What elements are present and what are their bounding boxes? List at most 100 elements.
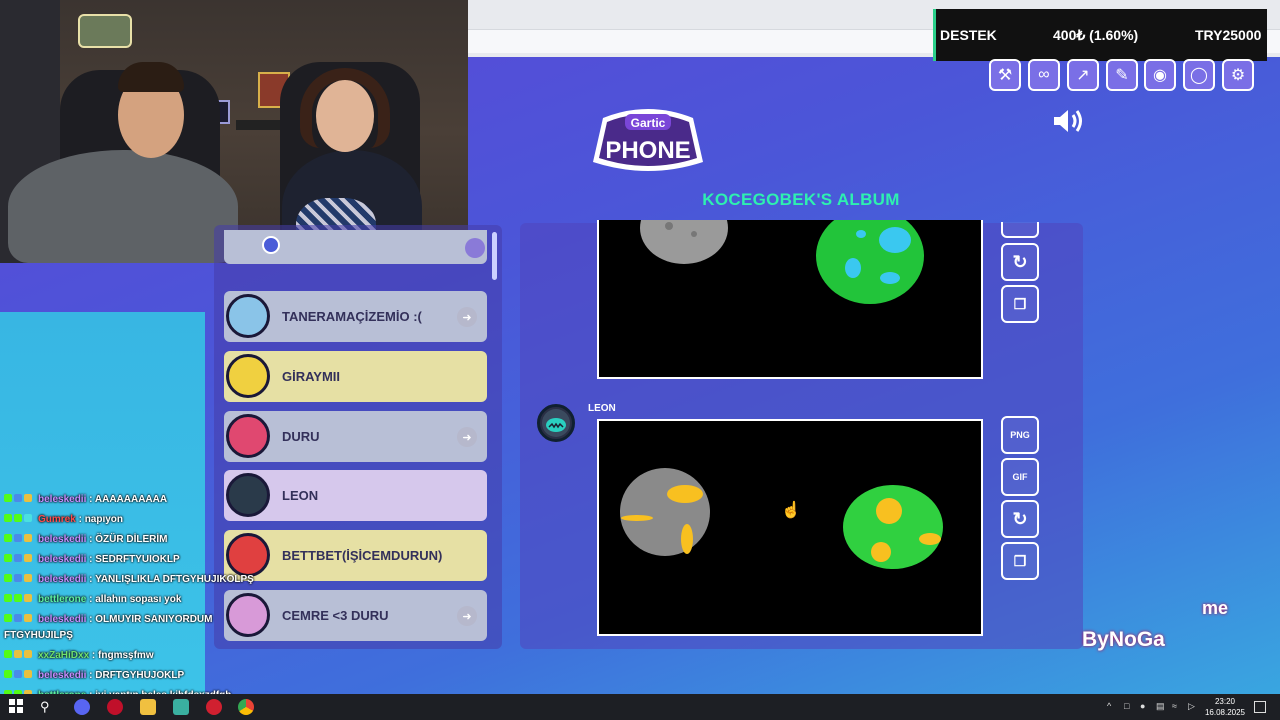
logo-bottom-text: PHONE	[605, 137, 690, 164]
app-icon[interactable]	[206, 699, 222, 715]
chat-message: beleskedii : DRFTGYHUJOKLP	[4, 670, 184, 681]
download-gif-button[interactable]: GIF	[1001, 458, 1039, 496]
chat-message-wrap: FTGYHUJILPŞ	[4, 630, 73, 641]
player-list-panel: TANERAMAÇİZEMİO :( ➜ GİRAYMII DURU ➜ LEO…	[214, 225, 502, 649]
discord-icon[interactable]	[74, 699, 90, 715]
logo-top-text: Gartic	[631, 116, 666, 130]
copy-icon[interactable]: ❐	[1001, 542, 1039, 580]
kick-player-icon[interactable]: ➜	[457, 606, 477, 626]
donation-progress: 400₺ (1.60%)	[1053, 27, 1139, 43]
chat-message: Gumrek : napıyon	[4, 514, 123, 525]
hand-cursor-icon: ☝	[781, 502, 801, 519]
chat-message: beleskedii : OLMUYIR SANIYORDUM	[4, 614, 212, 625]
chat-user: beleskedii	[38, 494, 87, 505]
gif-label: GIF	[1012, 472, 1028, 482]
player-card: CEMRE <3 DURU ➜	[224, 590, 487, 641]
webcam-feed	[0, 0, 468, 263]
chat-text: AAAAAAAAAA	[94, 494, 168, 505]
windows-start-icon[interactable]	[9, 699, 25, 715]
kick-player-icon[interactable]: ➜	[457, 427, 477, 447]
drawing-canvas-current	[597, 419, 983, 636]
chat-text: YANLIŞLIKLA DFTGYHUJIKOLPŞ	[95, 574, 254, 585]
search-icon[interactable]: ⚲	[40, 699, 56, 715]
chat-text: OLMUYIR SANIYORDUM	[95, 614, 213, 625]
watermark-suffix: me	[1202, 598, 1229, 618]
tray-icon[interactable]: □	[1124, 701, 1134, 711]
kick-player-icon[interactable]: ➜	[457, 307, 477, 327]
chat-user: beleskedii	[38, 614, 87, 625]
notification-icon[interactable]	[1254, 701, 1266, 713]
eye-icon[interactable]: ◉	[1144, 59, 1176, 91]
neon-sign	[78, 14, 132, 48]
app-icon[interactable]	[173, 699, 189, 715]
player-card: LEON	[224, 470, 487, 521]
volume-icon[interactable]	[1052, 108, 1086, 134]
player-avatar	[226, 593, 270, 637]
shield-icon[interactable]: ◯	[1183, 59, 1215, 91]
album-title: KOCEGOBEK'S ALBUM	[702, 190, 900, 209]
gear-icon[interactable]: ⚙	[1222, 59, 1254, 91]
player-name: TANERAMAÇİZEMİO :(	[282, 309, 422, 324]
clock-date: 16.08.2025	[1204, 708, 1246, 717]
donation-goal: TRY25000	[1195, 27, 1262, 43]
chat-user: Gumrek	[38, 514, 76, 525]
chevron-up-icon[interactable]: ^	[1107, 701, 1117, 711]
author-avatar	[537, 404, 575, 442]
chat-message: xxZaHiDxx : fngmsşfmw	[4, 650, 154, 661]
copy-icon[interactable]: ❐	[1001, 285, 1039, 323]
chat-text: fngmsşfmw	[98, 650, 154, 661]
watermark-text: ByNoGa	[1082, 628, 1165, 651]
chat-text: allahın sopası yok	[95, 594, 182, 605]
crown-icon	[465, 238, 485, 258]
system-clock[interactable]: 23:20 16.08.2025	[1200, 696, 1250, 718]
chat-user: bettlerone	[38, 594, 87, 605]
download-png-button[interactable]: PNG	[1001, 416, 1039, 454]
author-name: LEON	[588, 403, 616, 414]
link-icon[interactable]: ∞	[1028, 59, 1060, 91]
app-icon[interactable]	[107, 699, 123, 715]
player-card: DURU ➜	[224, 411, 487, 462]
hammer-icon[interactable]: ⚒	[989, 59, 1021, 91]
chat-message: beleskedii : SEDRFTYUIOKLP	[4, 554, 180, 565]
chat-user: beleskedii	[38, 534, 87, 545]
chat-message: beleskedii : ÖZÜR DİLERİM	[4, 534, 167, 545]
folder-icon[interactable]	[140, 699, 156, 715]
player-name: LEON	[282, 488, 319, 503]
player-avatar	[226, 414, 270, 458]
donation-label: DESTEK	[940, 27, 997, 43]
player-card-partial	[224, 230, 487, 264]
player-avatar	[226, 533, 270, 577]
chrome-icon[interactable]	[238, 699, 254, 715]
chat-message: beleskedii : YANLIŞLIKLA DFTGYHUJIKOLPŞ	[4, 574, 254, 585]
player-avatar	[226, 294, 270, 338]
chat-message: beleskedii : AAAAAAAAAA	[4, 494, 167, 505]
speaker-icon[interactable]: ▷	[1188, 701, 1198, 711]
clock-time: 23:20	[1214, 697, 1236, 706]
chat-text: FTGYHUJILPŞ	[4, 630, 73, 641]
network-icon[interactable]: ▤	[1156, 701, 1166, 711]
player-card: TANERAMAÇİZEMİO :( ➜	[224, 291, 487, 342]
player-name: DURU	[282, 429, 320, 444]
chat-text: napıyon	[84, 514, 124, 525]
chat-text: SEDRFTYUIOKLP	[95, 554, 180, 565]
host-badge-icon	[262, 236, 280, 254]
download-button-partial[interactable]	[1001, 222, 1039, 238]
chat-user: beleskedii	[38, 574, 87, 585]
player-list-scrollbar[interactable]	[492, 232, 497, 280]
wifi-icon[interactable]: ≈	[1172, 701, 1182, 711]
player-card: GİRAYMII	[224, 351, 487, 402]
png-label: PNG	[1010, 430, 1030, 440]
taskbar: ⚲ ^ □ ● ▤ ≈ ▷ 23:20 16.08.2025	[0, 694, 1280, 720]
chat-text: DRFTGYHUJOKLP	[95, 670, 185, 681]
replay-icon[interactable]: ↻	[1001, 243, 1039, 281]
donation-overlay: DESTEK 400₺ (1.60%) TRY25000	[933, 9, 1267, 61]
edit-icon[interactable]: ✎	[1106, 59, 1138, 91]
player-name: BETTBET(İŞİCEMDURUN)	[282, 548, 443, 563]
chat-user: beleskedii	[38, 554, 87, 565]
replay-icon[interactable]: ↻	[1001, 500, 1039, 538]
drawing-canvas-previous	[597, 192, 983, 379]
external-link-icon[interactable]: ↗	[1067, 59, 1099, 91]
player-name: GİRAYMII	[282, 369, 341, 384]
channel-watermark: ByNoGa me	[1082, 598, 1228, 652]
microphone-icon[interactable]: ●	[1140, 701, 1150, 711]
